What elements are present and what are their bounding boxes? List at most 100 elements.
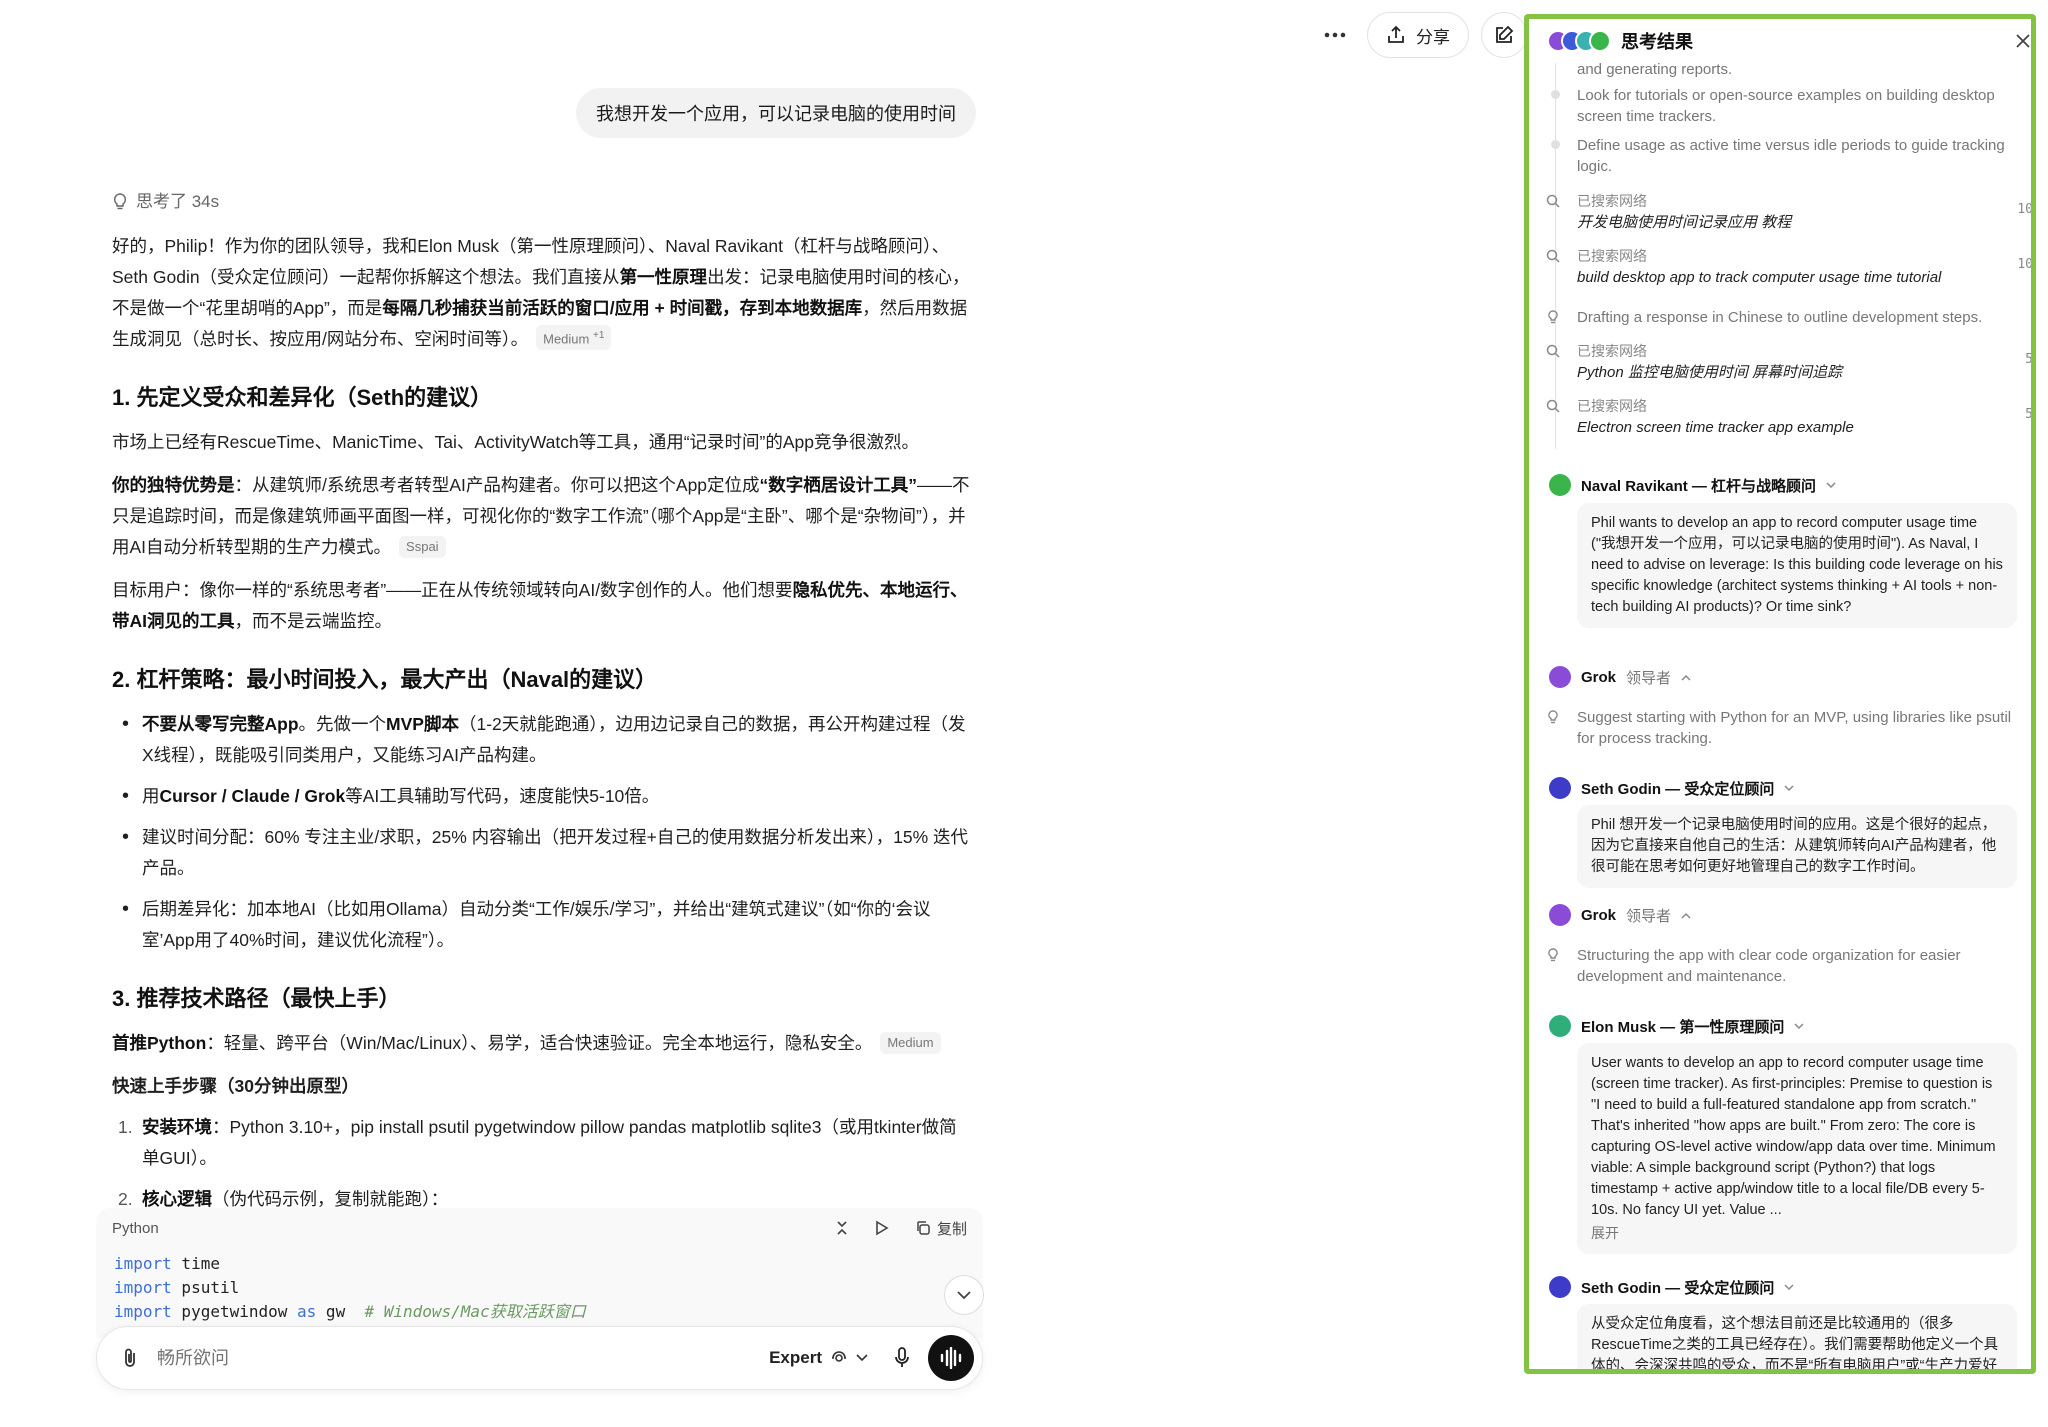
search-label: 已搜索网络	[1577, 248, 1647, 264]
search-query[interactable]: Electron screen time tracker app example	[1577, 416, 2017, 440]
section-1-para-2: 你的独特优势是：从建筑师/系统思考者转型AI产品构建者。你可以把这个App定位成…	[112, 470, 972, 563]
agent-header-seth[interactable]: Seth Godin — 受众定位顾问	[1549, 777, 1794, 799]
list-item: 1. 安装环境：Python 3.10+，pip install psutil p…	[112, 1112, 972, 1174]
bold-text: 核心逻辑	[142, 1189, 212, 1209]
result-count: 10	[2017, 202, 2033, 217]
lightbulb-icon	[1543, 307, 1563, 327]
bold-text: MVP脚本	[386, 714, 459, 734]
text: ：Python 3.10+，pip install psutil pygetwi…	[142, 1117, 957, 1168]
top-toolbar: 分享	[1315, 12, 1527, 58]
section-1-para-3: 目标用户：像你一样的“系统思考者”——正在从传统领域转向AI/数字创作的人。他们…	[112, 575, 972, 637]
bold-text: 不要从零写完整App	[142, 714, 299, 734]
agent-name: Elon Musk — 第一性原理顾问	[1581, 1018, 1785, 1036]
code-text: pygetwindow	[171, 1302, 298, 1321]
search-query[interactable]: 开发电脑使用时间记录应用 教程	[1577, 211, 2017, 235]
new-chat-button[interactable]	[1481, 12, 1527, 58]
voice-mode-button[interactable]	[928, 1335, 974, 1381]
source-label: Medium	[543, 331, 590, 346]
text: ：从建筑师/系统思考者转型AI产品构建者。你可以把这个App定位成	[234, 475, 760, 495]
code-header: Python 复制	[96, 1208, 983, 1248]
chat-input-bar: Expert	[96, 1326, 983, 1390]
code-line: import time	[114, 1252, 965, 1276]
intro-bold: 每隔几秒捕获当前活跃的窗口/应用 + 时间戳，存到本地数据库	[382, 298, 863, 318]
intro-paragraph: 好的，Philip！作为你的团队领导，我和Elon Musk（第一性原理顾问）、…	[112, 231, 972, 355]
code-line: import pygetwindow as gw # Windows/Mac获取…	[114, 1300, 965, 1324]
intro-bold: 第一性原理	[619, 267, 708, 287]
agent-card-seth: Phil 想开发一个记录电脑使用时间的应用。这是个很好的起点，因为它直接来自他自…	[1577, 805, 2017, 888]
agent-name: Seth Godin — 受众定位顾问	[1581, 780, 1775, 798]
source-chip[interactable]: Medium	[880, 1032, 941, 1054]
more-icon	[1324, 32, 1346, 38]
collapse-icon	[837, 1221, 847, 1235]
leverage-list: 不要从零写完整App。先做一个MVP脚本（1-2天就能跑通），边用边记录自己的数…	[112, 709, 972, 956]
keyword: import	[114, 1278, 172, 1297]
code-tools: 复制	[835, 1218, 967, 1239]
avatar	[1589, 30, 1611, 52]
quick-start-subheading: 快速上手步骤（30分钟出原型）	[112, 1076, 359, 1096]
agent-header-naval[interactable]: Naval Ravikant — 杠杆与战略顾问	[1549, 474, 1836, 496]
copy-icon	[917, 1221, 930, 1235]
text: 。先做一个	[298, 714, 387, 734]
more-options-button[interactable]	[1315, 15, 1355, 55]
bold-text: Cursor / Claude / Grok	[159, 786, 346, 806]
text: 用	[142, 786, 160, 806]
scroll-down-button[interactable]	[944, 1275, 984, 1315]
microphone-button[interactable]	[894, 1347, 910, 1369]
copy-label: 复制	[936, 1220, 967, 1238]
avatar	[1549, 474, 1571, 496]
run-button[interactable]	[875, 1220, 889, 1236]
keyword: import	[114, 1254, 172, 1273]
panel-title: 思考结果	[1621, 32, 1693, 52]
steps-list: 1. 安装环境：Python 3.10+，pip install psutil p…	[112, 1112, 972, 1215]
agent-card-seth-2: 从受众定位角度看，这个想法目前还是比较通用的（很多RescueTime之类的工具…	[1577, 1304, 2017, 1369]
code-line: import psutil	[114, 1276, 965, 1300]
chevron-down-icon	[856, 1354, 868, 1362]
source-chip[interactable]: Sspai	[399, 536, 446, 558]
section-heading-1: 1. 先定义受众和差异化（Seth的建议）	[112, 385, 493, 410]
thought-duration[interactable]: 思考了 34s	[112, 186, 972, 217]
bold-text: 首推Python	[112, 1033, 207, 1053]
search-query[interactable]: build desktop app to track computer usag…	[1577, 266, 2017, 290]
search-query[interactable]: Python 监控电脑使用时间 屏幕时间追踪	[1577, 361, 2017, 385]
mode-label: Expert	[769, 1348, 822, 1367]
expand-button[interactable]: 展开	[1591, 1223, 2003, 1244]
bold-text: “数字栖居设计工具”	[759, 475, 918, 495]
code-comment: # Windows/Mac获取活跃窗口	[364, 1302, 586, 1321]
search-label: 已搜索网络	[1577, 398, 1647, 414]
user-message: 我想开发一个应用，可以记录电脑的使用时间	[576, 88, 976, 138]
text: ：轻量、跨平台（Win/Mac/Linux）、易学，适合快速验证。完全本地运行，…	[206, 1033, 873, 1053]
section-3-para-1: 首推Python：轻量、跨平台（Win/Mac/Linux）、易学，适合快速验证…	[112, 1028, 972, 1059]
thought-label: 思考了 34s	[136, 192, 220, 211]
agent-header-elon[interactable]: Elon Musk — 第一性原理顾问	[1549, 1015, 1804, 1037]
agent-header-grok[interactable]: Grok 领导者	[1549, 666, 1691, 688]
share-button[interactable]: 分享	[1367, 12, 1469, 58]
text: ，而不是云端监控。	[234, 611, 393, 631]
thought-text: Structuring the app with clear code orga…	[1577, 947, 1961, 985]
collapse-button[interactable]	[835, 1220, 849, 1236]
avatar	[1549, 777, 1571, 799]
close-panel-button[interactable]	[2015, 25, 2031, 56]
mode-selector[interactable]: Expert	[769, 1348, 868, 1368]
section-heading-2: 2. 杠杆策略：最小时间投入，最大产出（Naval的建议）	[112, 667, 658, 692]
play-icon	[876, 1220, 889, 1236]
search-icon	[1543, 191, 1563, 211]
search-label: 已搜索网络	[1577, 343, 1647, 359]
agent-card-elon: User wants to develop an app to record c…	[1577, 1043, 2017, 1254]
waveform-icon	[940, 1347, 962, 1369]
agent-header-grok[interactable]: Grok 领导者	[1549, 904, 1691, 926]
search-icon	[1543, 246, 1563, 266]
share-icon	[1388, 25, 1404, 43]
attach-button[interactable]	[117, 1347, 143, 1369]
text: （伪代码示例，复制就能跑）：	[212, 1189, 449, 1209]
agent-header-seth[interactable]: Seth Godin — 受众定位顾问	[1549, 1276, 1794, 1298]
avatar	[1549, 666, 1571, 688]
assistant-answer: 思考了 34s 好的，Philip！作为你的团队领导，我和Elon Musk（第…	[112, 186, 972, 1225]
agent-name: Grok	[1581, 906, 1617, 924]
chat-input[interactable]	[157, 1347, 770, 1369]
list-number: 1.	[118, 1117, 133, 1137]
agent-role: 领导者	[1626, 669, 1672, 687]
thought-text: Drafting a response in Chinese to outlin…	[1577, 309, 1983, 326]
copy-button[interactable]: 复制	[915, 1218, 967, 1239]
source-chip[interactable]: Medium +1	[536, 324, 612, 350]
agent-name: Seth Godin — 受众定位顾问	[1581, 1279, 1775, 1297]
